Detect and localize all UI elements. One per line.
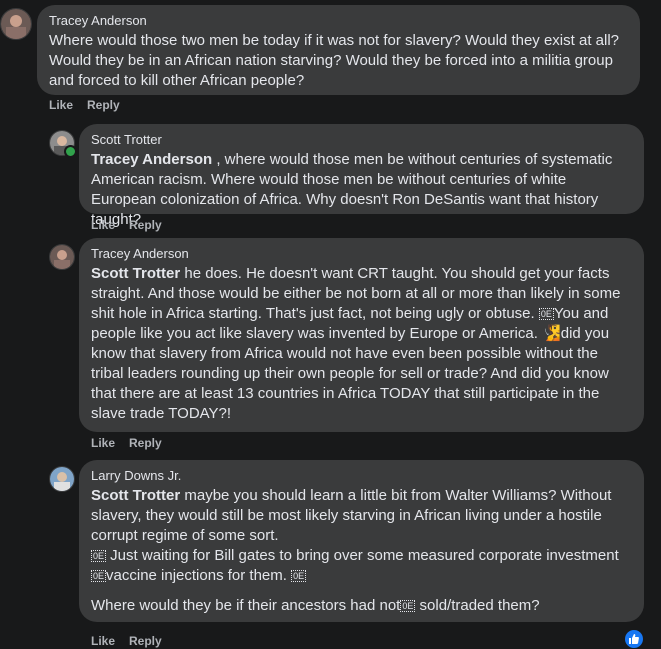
comment-actions: Like Reply [91,436,176,450]
mention-link[interactable]: Scott Trotter [91,265,180,282]
like-button[interactable]: Like [91,634,115,648]
comment-bubble: Larry Downs Jr. Scott Trotter maybe you … [79,460,644,622]
comment-text: Scott Trotter he does. He doesn't want C… [91,264,632,424]
comment-bubble: Tracey Anderson Scott Trotter he does. H… [79,238,644,432]
comment-author[interactable]: Larry Downs Jr. [91,468,632,484]
thumbs-up-icon[interactable] [625,630,643,648]
comment-author[interactable]: Tracey Anderson [91,246,632,262]
avatar-photo-icon [1,9,31,39]
unknown-glyph-icon: 0E [291,570,307,583]
mention-link[interactable]: Scott Trotter [91,487,180,504]
avatar[interactable] [49,466,75,492]
online-status-icon [64,145,77,158]
avatar-photo-icon [50,467,74,491]
reply-button[interactable]: Reply [129,218,162,232]
avatar-photo-icon [50,245,74,269]
comment-bubble: Scott Trotter Tracey Anderson , where wo… [79,124,644,228]
like-button[interactable]: Like [49,98,73,112]
reply-button[interactable]: Reply [87,98,120,112]
reply-button[interactable]: Reply [129,436,162,450]
like-button[interactable]: Like [91,436,115,450]
comment-bubble: Tracey Anderson Where would those two me… [37,5,640,95]
thumbs-up-glyph [629,634,639,644]
comment-body: Where would they be if their ancestors h… [91,597,401,614]
reply-button[interactable]: Reply [129,634,162,648]
unknown-glyph-icon: 0E [91,570,107,583]
comment-body: Just waiting for Bill gates to bring ove… [106,547,623,564]
unknown-glyph-icon: 0E [91,550,107,563]
avatar[interactable] [49,244,75,270]
mention-link[interactable]: Tracey Anderson [91,151,212,168]
comment-body: vaccine injections for them. [106,567,292,584]
comment-actions: Like Reply [91,218,176,232]
comment-author[interactable]: Scott Trotter [91,132,632,148]
avatar[interactable] [0,8,32,40]
comment-author[interactable]: Tracey Anderson [49,13,628,29]
comment-actions: Like Reply [49,98,134,112]
comment-actions: Like Reply [91,634,176,648]
emoji-icon: 🧏 [542,325,561,342]
comment-text: Scott Trotter maybe you should learn a l… [91,486,632,616]
like-button[interactable]: Like [91,218,115,232]
comment-text: Where would those two men be today if it… [49,32,624,89]
comment-body: sold/traded them? [415,597,540,614]
unknown-glyph-icon: 0E [538,308,554,321]
unknown-glyph-icon: 0E [400,600,416,613]
